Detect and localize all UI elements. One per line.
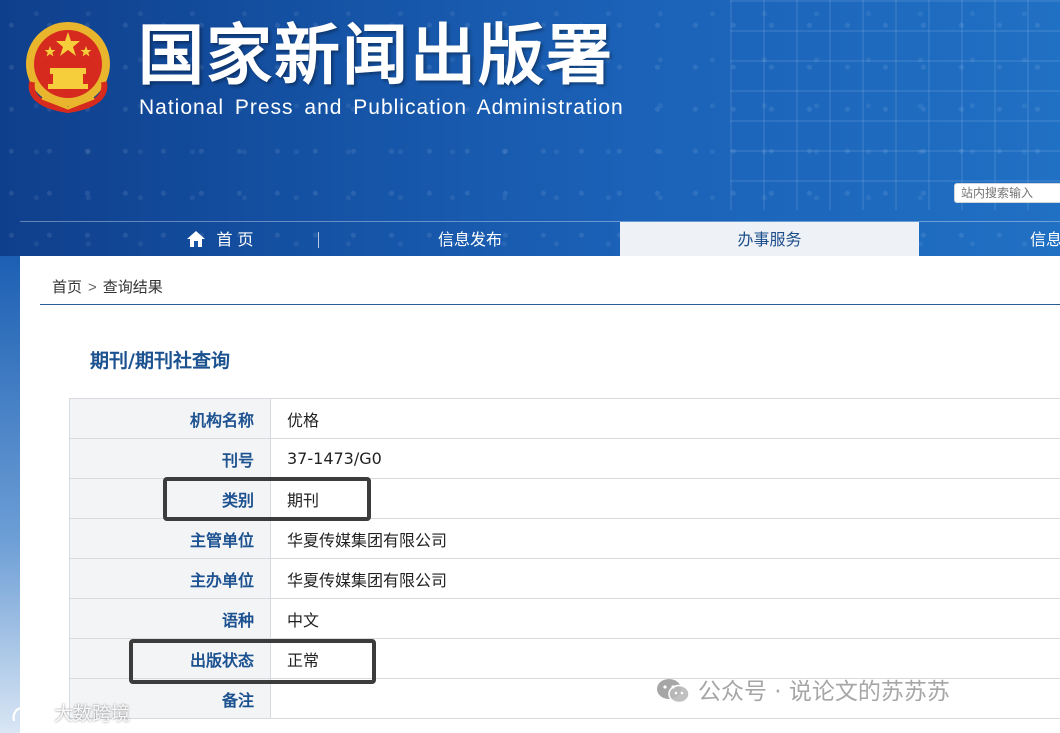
wechat-watermark: 公众号 · 说论文的苏苏苏 <box>656 676 950 708</box>
home-icon <box>187 231 206 247</box>
field-value: 期刊 <box>270 478 1060 519</box>
nav-divider <box>318 232 319 248</box>
wechat-icon <box>657 679 690 704</box>
header-banner: 国家新闻出版署 National Press and Publication A… <box>0 0 1060 256</box>
nav-item-info-more[interactable]: 信息 <box>1030 222 1060 256</box>
main-nav: 首 页 信息发布 办事服务 信息 <box>20 221 1060 256</box>
breadcrumb-home-link[interactable]: 首页 <box>52 279 82 296</box>
brand-watermark: 大数跨境 <box>10 700 130 728</box>
field-value: 正常 <box>270 638 1060 679</box>
status-highlight-box <box>129 639 376 684</box>
breadcrumb: 首页 > 查询结果 <box>52 276 163 297</box>
breadcrumb-current: 查询结果 <box>102 279 163 296</box>
page-side-background <box>0 256 20 733</box>
field-label: 语种 <box>69 598 271 639</box>
field-label: 主管单位 <box>69 518 271 559</box>
site-search-input[interactable] <box>954 183 1060 203</box>
field-value: 华夏传媒集团有限公司 <box>270 558 1060 599</box>
table-row: 语种 中文 <box>69 598 1060 639</box>
nav-item-label: 办事服务 <box>737 230 802 249</box>
table-row: 主管单位 华夏传媒集团有限公司 <box>69 518 1060 559</box>
nav-item-label: 信息发布 <box>437 230 502 249</box>
national-emblem-icon <box>26 22 110 114</box>
category-highlight-box <box>163 477 371 521</box>
field-value: 华夏传媒集团有限公司 <box>270 518 1060 559</box>
breadcrumb-separator: > <box>88 279 97 296</box>
wechat-watermark-text: 公众号 · 说论文的苏苏苏 <box>698 679 950 705</box>
nav-item-label: 首 页 <box>216 230 254 249</box>
site-title-chinese: 国家新闻出版署 <box>138 16 614 94</box>
nav-item-info-release[interactable]: 信息发布 <box>320 222 620 256</box>
breadcrumb-divider <box>40 304 1060 305</box>
page-title: 期刊/期刊社查询 <box>90 350 230 372</box>
field-label: 机构名称 <box>69 398 271 439</box>
field-label: 刊号 <box>69 438 271 479</box>
field-value: 37-1473/G0 <box>270 438 1060 479</box>
field-value: 优格 <box>270 398 1060 439</box>
nav-item-label: 信息 <box>1030 230 1060 249</box>
nav-item-home[interactable]: 首 页 <box>120 222 320 256</box>
seal-pattern <box>730 0 1060 210</box>
table-row: 机构名称 优格 <box>69 398 1060 439</box>
field-label: 主办单位 <box>69 558 271 599</box>
table-row: 主办单位 华夏传媒集团有限公司 <box>69 558 1060 599</box>
site-title-english: National Press and Publication Administr… <box>139 96 624 119</box>
table-row: 刊号 37-1473/G0 <box>69 438 1060 479</box>
nav-item-services[interactable]: 办事服务 <box>620 222 919 256</box>
brand-watermark-text: 大数跨境 <box>54 703 131 725</box>
field-value: 中文 <box>270 598 1060 639</box>
brand-logo-icon <box>12 706 50 722</box>
